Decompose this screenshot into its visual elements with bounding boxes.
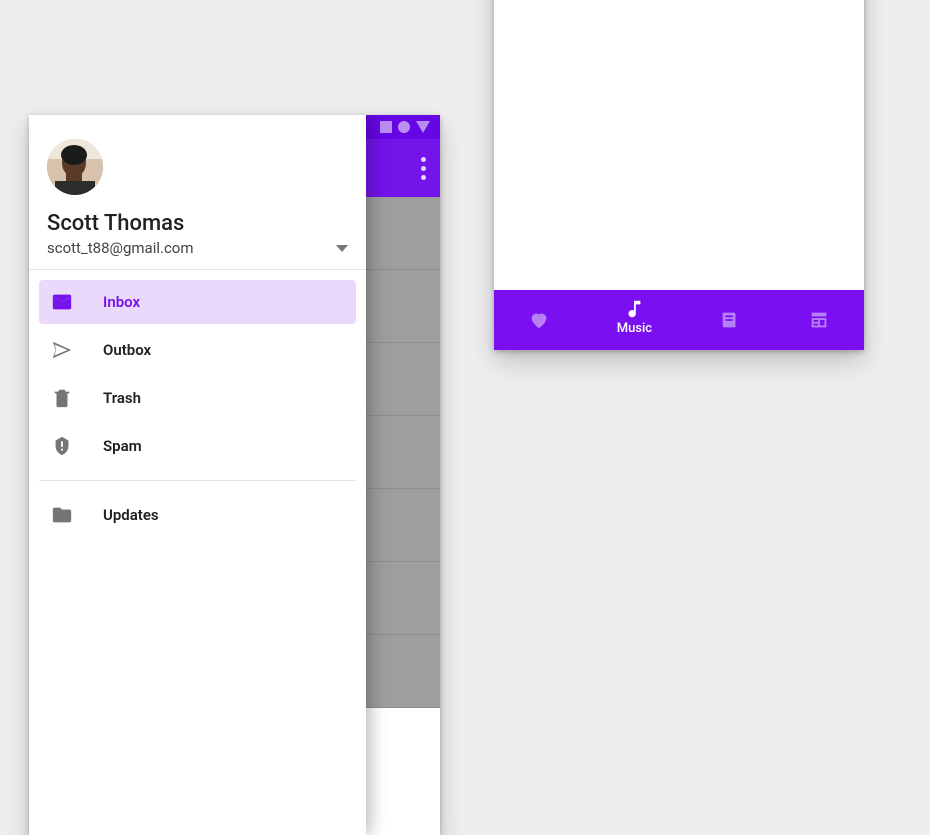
navigation-drawer: Scott Thomas scott_t88@gmail.com Inbox O… (29, 115, 366, 835)
status-circle-icon (398, 121, 410, 133)
mail-icon (49, 289, 75, 315)
bottom-nav-favorites[interactable] (528, 309, 550, 331)
bottom-navigation: Music (494, 290, 864, 350)
account-dropdown-icon[interactable] (336, 245, 348, 252)
drawer-item-spam[interactable]: Spam (39, 424, 356, 468)
spam-icon (49, 433, 75, 459)
folder-icon (49, 502, 75, 528)
drawer-item-outbox[interactable]: Outbox (39, 328, 356, 372)
device-mail-app: Scott Thomas scott_t88@gmail.com Inbox O… (29, 115, 440, 835)
heart-icon (528, 309, 550, 331)
bottom-nav-library[interactable] (719, 309, 741, 331)
drawer-item-label: Inbox (103, 293, 140, 311)
book-icon (719, 309, 741, 331)
bottom-nav-label: Music (617, 321, 652, 336)
user-name: Scott Thomas (47, 211, 348, 237)
drawer-item-trash[interactable]: Trash (39, 376, 356, 420)
drawer-divider (39, 480, 356, 481)
news-icon (808, 309, 830, 331)
bottom-nav-news[interactable] (808, 309, 830, 331)
overflow-menu-button[interactable] (421, 157, 426, 180)
drawer-item-label: Outbox (103, 341, 151, 359)
device-music-app: Music (494, 0, 864, 350)
drawer-item-label: Trash (103, 389, 141, 407)
user-email: scott_t88@gmail.com (47, 239, 194, 257)
drawer-item-updates[interactable]: Updates (39, 493, 356, 537)
avatar[interactable] (47, 139, 103, 195)
drawer-item-label: Updates (103, 506, 159, 524)
drawer-header: Scott Thomas scott_t88@gmail.com (29, 115, 366, 270)
status-triangle-icon (416, 121, 430, 133)
send-icon (49, 337, 75, 363)
trash-icon (49, 385, 75, 411)
avatar-photo (47, 139, 103, 195)
status-square-icon (380, 121, 392, 133)
music-icon (623, 298, 645, 320)
bottom-nav-music[interactable]: Music (617, 298, 652, 336)
drawer-list: Inbox Outbox Trash Spam (29, 270, 366, 547)
drawer-item-inbox[interactable]: Inbox (39, 280, 356, 324)
drawer-item-label: Spam (103, 437, 142, 455)
